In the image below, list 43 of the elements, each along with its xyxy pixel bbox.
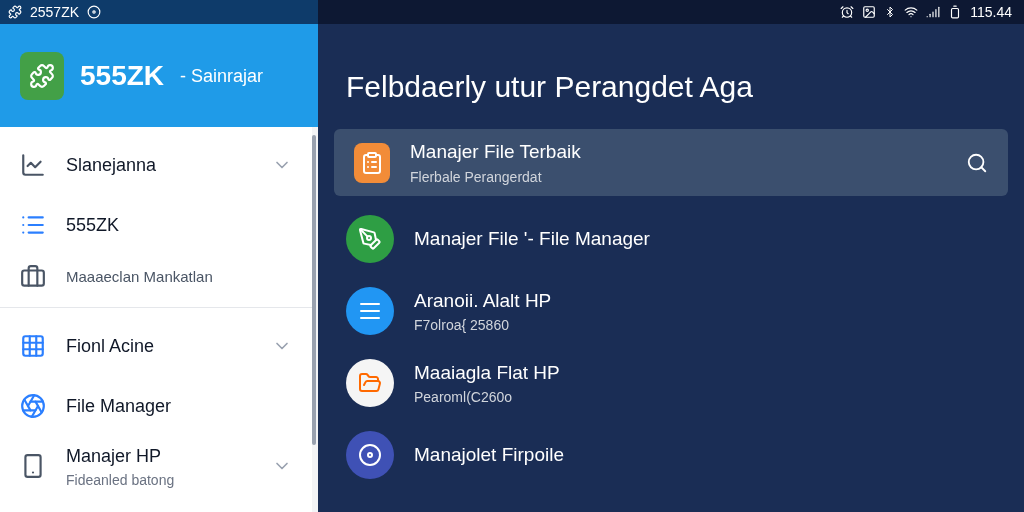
item-label: Fionl Acine bbox=[66, 335, 156, 358]
app-list-item[interactable]: Manajer File '- File Manager bbox=[334, 210, 1008, 268]
drawer-item[interactable]: Manajer HP Fideanled batong bbox=[0, 436, 312, 496]
ring-icon bbox=[87, 5, 102, 19]
item-label: Manajer HP bbox=[66, 445, 163, 468]
aperture-icon bbox=[20, 393, 46, 419]
drawer-item[interactable]: Maaaeclan Mankatlan bbox=[0, 255, 312, 299]
item-label: File Manager bbox=[66, 395, 173, 418]
app-name: 555ZK bbox=[80, 58, 165, 93]
app-list-item[interactable]: Maaiagla Flat HP Pearoml(C260o bbox=[334, 354, 1008, 412]
drawer-item[interactable]: 555ZK bbox=[0, 195, 312, 255]
item-label: Maaaeclan Mankatlan bbox=[66, 266, 214, 287]
clock-text: 115.44 bbox=[970, 3, 1012, 22]
app-list-item[interactable]: Manajolet Firpoile bbox=[334, 426, 1008, 484]
wifi-icon bbox=[904, 5, 919, 19]
item-sublabel: Fideanled batong bbox=[66, 471, 176, 490]
picture-icon bbox=[862, 5, 877, 19]
search-icon[interactable] bbox=[966, 151, 988, 174]
chart-icon bbox=[20, 152, 46, 178]
page-title: Felbdaerly utur Perangdet Aga bbox=[346, 69, 754, 105]
drawer-item[interactable]: Fionl Acine bbox=[0, 316, 312, 376]
signal-icon bbox=[926, 5, 941, 19]
app-logo-icon bbox=[20, 51, 64, 100]
app-subtitle: Flerbale Perangerdat bbox=[410, 167, 543, 187]
app-title: Manajer File Terbaik bbox=[410, 140, 582, 165]
item-label: 555ZK bbox=[66, 214, 121, 237]
app-title: Manajer File '- File Manager bbox=[414, 226, 651, 251]
app-icon bbox=[8, 5, 22, 19]
app-title: Manajolet Firpoile bbox=[414, 442, 565, 467]
drawer-item[interactable]: Slanejanna bbox=[0, 135, 312, 195]
drawer-item[interactable]: File Manager bbox=[0, 376, 312, 436]
app-subtitle: - Sainrajar bbox=[180, 64, 264, 88]
app-list-item[interactable]: Aranoii. Alalt HP F7olroa{ 25860 bbox=[334, 282, 1008, 340]
app-subtitle: F7olroa{ 25860 bbox=[414, 316, 510, 336]
app-list-item[interactable]: Manajer File Terbaik Flerbale Perangerdat bbox=[334, 129, 1008, 196]
alarm-icon bbox=[840, 5, 855, 19]
grid-icon bbox=[20, 333, 46, 359]
briefcase-icon bbox=[20, 264, 46, 290]
app-title: Maaiagla Flat HP bbox=[414, 360, 561, 385]
app-subtitle: Pearoml(C260o bbox=[414, 388, 514, 408]
status-text: 2557ZK bbox=[30, 3, 80, 22]
item-label: Slanejanna bbox=[66, 154, 158, 177]
app-title: Aranoii. Alalt HP bbox=[414, 288, 553, 313]
